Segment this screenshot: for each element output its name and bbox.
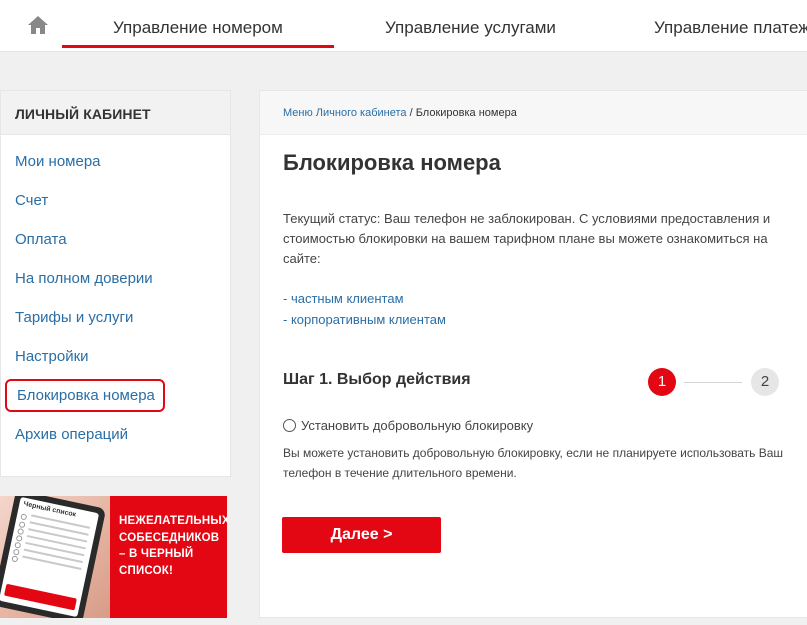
step-indicator-1: 1 [648,368,676,396]
sidebar: ЛИЧНЫЙ КАБИНЕТ Мои номера Счет Оплата На… [0,90,231,477]
sidebar-item-my-numbers[interactable]: Мои номера [15,153,101,170]
breadcrumb-separator: / [409,107,413,119]
next-button[interactable]: Далее > [282,517,441,553]
sidebar-item-tariffs[interactable]: Тарифы и услуги [15,309,133,326]
breadcrumb-root-link[interactable]: Меню Личного кабинета [283,107,407,119]
status-text: Текущий статус: Ваш телефон не заблокиро… [283,211,771,266]
phone-image: Черный список [0,496,107,618]
banner-text: НЕЖЕЛАТЕЛЬНЫХ СОБЕСЕДНИКОВ – В ЧЕРНЫЙ СП… [119,515,227,577]
banner-photo: Черный список [0,496,110,618]
sidebar-item-operations-archive[interactable]: Архив операций [15,426,128,443]
sidebar-item-account[interactable]: Счет [15,192,48,209]
active-tab-indicator [62,45,334,48]
tab-payments-management[interactable]: Управление платеж [654,18,807,38]
main-content: Меню Личного кабинета / Блокировка номер… [259,90,807,618]
page-title: Блокировка номера [283,150,501,175]
home-icon[interactable] [26,14,50,36]
sidebar-item-settings[interactable]: Настройки [15,348,89,365]
radio-button[interactable] [283,419,296,432]
sidebar-heading: ЛИЧНЫЙ КАБИНЕТ [1,91,230,135]
breadcrumb-current: Блокировка номера [415,107,517,119]
top-navigation: Управление номером Управление услугами У… [0,0,807,52]
step-connector [684,382,742,383]
private-clients-link[interactable]: - частным клиентам [283,291,404,306]
corporate-clients-link[interactable]: - корпоративным клиентам [283,312,446,327]
sidebar-item-number-blocking[interactable]: Блокировка номера [5,379,165,412]
tab-number-management[interactable]: Управление номером [113,18,283,38]
step-title: Шаг 1. Выбор действия [283,371,471,388]
blacklist-banner[interactable]: Черный список НЕЖЕЛАТЕЛЬНЫХ СОБЕСЕДНИКОВ… [0,496,227,618]
step-indicator-2: 2 [751,368,779,396]
voluntary-block-option[interactable]: Установить добровольную блокировку [283,418,533,433]
tab-services-management[interactable]: Управление услугами [385,18,556,38]
option-label: Установить добровольную блокировку [301,418,534,433]
sidebar-item-full-trust[interactable]: На полном доверии [15,270,153,287]
breadcrumb: Меню Личного кабинета / Блокировка номер… [260,91,807,135]
option-description: Вы можете установить добровольную блокир… [283,446,784,480]
sidebar-item-payment[interactable]: Оплата [15,231,67,248]
